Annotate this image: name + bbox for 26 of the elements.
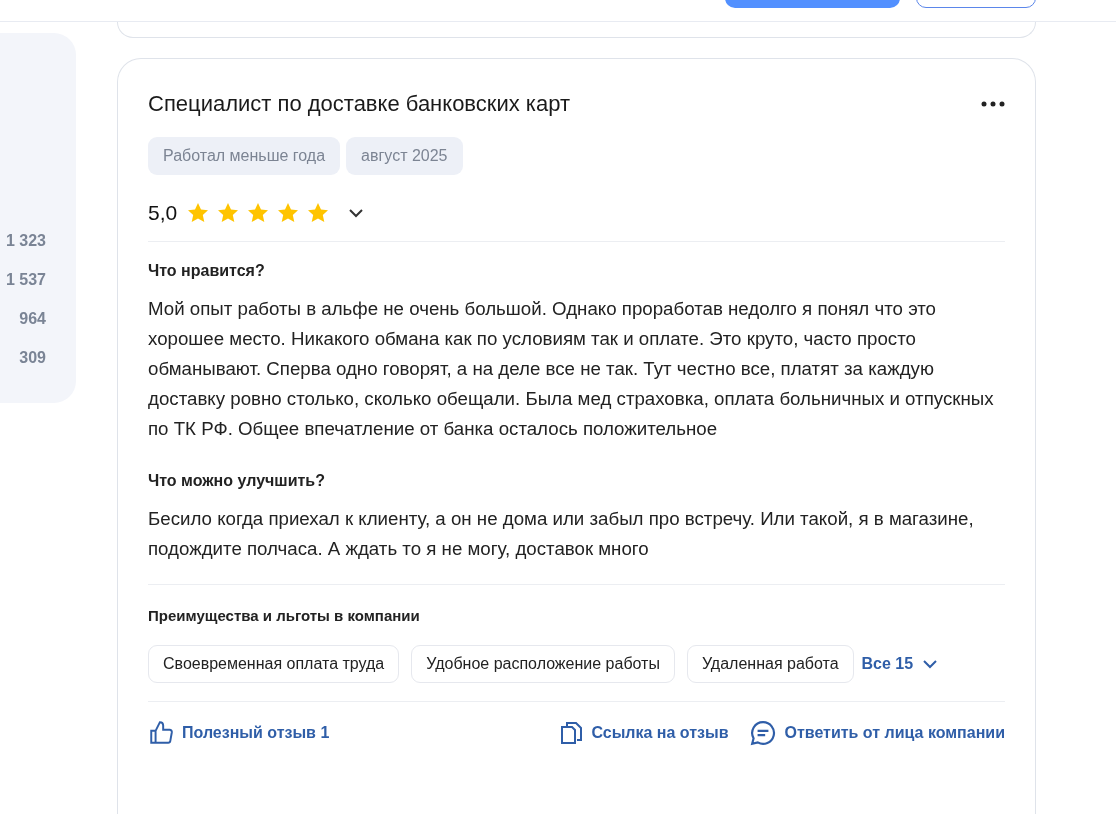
benefit-chip: Удаленная работа	[686, 645, 854, 683]
show-all-button[interactable]: Все 15	[861, 655, 938, 673]
tag: август 2025	[346, 137, 463, 175]
reply-link[interactable]: Ответить от лица компании	[750, 720, 1005, 746]
copy-icon	[559, 720, 584, 746]
count-label: 1 323	[5, 231, 46, 251]
review-text: Мой опыт работы в альфе не очень большой. Однако проработав недолго я понял что это хорошее место. Никакого обмана как по условиям так и оплате. Это круто, часто просто обманывают. Сперва одно говорят, а на деле все не так. Тут честно все, платят за каждую доставку ровно столько, сколько обещали. Была мед страховка, оплата больничных и отпускных по ТК РФ. Общее впечатление от банка осталось положительное	[148, 297, 995, 441]
chevron-down-icon	[923, 659, 938, 669]
tag: Работал меньше года	[148, 137, 341, 175]
rating-value: 5,0	[148, 201, 178, 225]
benefit-chip: Удобное расположение работы	[411, 645, 675, 683]
more-icon[interactable]	[981, 101, 1005, 107]
chevron-down-icon	[349, 208, 364, 218]
benefit-chip: Своевременная оплата труда	[148, 645, 400, 683]
count-label: 309	[19, 348, 46, 368]
helpful-link[interactable]: Полезный отзыв 1	[148, 720, 330, 746]
benefits-heading: Преимущества и льготы в компании	[148, 607, 421, 624]
copy-link[interactable]: Ссылка на отзыв	[559, 720, 729, 746]
section-heading: Что нравится?	[148, 262, 266, 280]
chat-icon	[750, 720, 777, 746]
review-title: Специалист по доставке банковских карт	[148, 91, 570, 117]
review-text: Бесило когда приехал к клиенту, а он не дома или забыл про встречу. Или такой, я в магазине, подождите полчаса. А ждать то я не могу, доставок много	[148, 507, 975, 561]
thumbs-up-icon	[148, 720, 174, 746]
section-heading: Что можно улучшить?	[148, 472, 326, 490]
count-label: 964	[19, 309, 46, 329]
count-label: 1 537	[5, 270, 46, 290]
